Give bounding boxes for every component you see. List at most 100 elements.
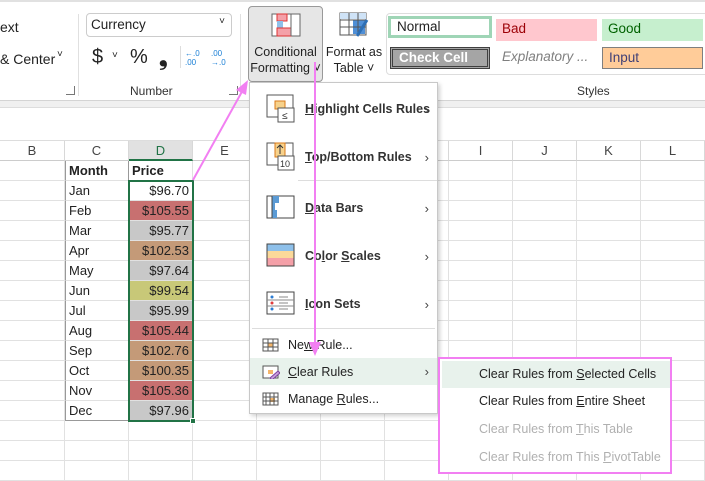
- style-good[interactable]: Good: [602, 19, 703, 41]
- cell[interactable]: [193, 241, 257, 261]
- currency-button[interactable]: $: [92, 46, 103, 69]
- cell[interactable]: [513, 161, 577, 181]
- cell[interactable]: [641, 161, 705, 181]
- cell[interactable]: [193, 341, 257, 361]
- cell[interactable]: [577, 221, 641, 241]
- cell[interactable]: [193, 181, 257, 201]
- column-header-C[interactable]: C: [65, 141, 129, 161]
- column-header-B[interactable]: B: [0, 141, 65, 161]
- month-cell[interactable]: May: [65, 261, 129, 281]
- cell[interactable]: [0, 241, 65, 261]
- cell[interactable]: [641, 261, 705, 281]
- menu-item-highlight-cells-rules[interactable]: ≤ Highlight Cells Rules ›: [250, 89, 437, 129]
- wrap-text-button[interactable]: ext: [0, 19, 19, 35]
- cell[interactable]: [449, 181, 513, 201]
- cell[interactable]: [193, 361, 257, 381]
- cell[interactable]: [641, 301, 705, 321]
- cell[interactable]: [577, 261, 641, 281]
- menu-item-icon-sets[interactable]: Icon Sets ›: [250, 284, 437, 324]
- cell[interactable]: [193, 161, 257, 181]
- cell[interactable]: [0, 361, 65, 381]
- cell[interactable]: [0, 281, 65, 301]
- percent-button[interactable]: %: [130, 46, 148, 69]
- cell[interactable]: [321, 461, 385, 481]
- column-header-I[interactable]: I: [449, 141, 513, 161]
- column-header-J[interactable]: J: [513, 141, 577, 161]
- cell[interactable]: [449, 281, 513, 301]
- cell[interactable]: [193, 401, 257, 421]
- cell[interactable]: [449, 241, 513, 261]
- comma-style-button[interactable]: ❟: [159, 45, 168, 71]
- merge-dropdown-chevron-icon[interactable]: ˅: [57, 49, 63, 60]
- cell[interactable]: [321, 421, 385, 441]
- cell[interactable]: [577, 181, 641, 201]
- menu-item-color-scales[interactable]: Color Scales ›: [250, 236, 437, 276]
- decrease-decimal-button[interactable]: .00 →.0: [211, 49, 231, 67]
- cell[interactable]: [0, 401, 65, 421]
- number-format-select[interactable]: Currency ˅: [86, 13, 232, 37]
- cell[interactable]: [193, 261, 257, 281]
- menu-item-top-bottom-rules[interactable]: 10 Top/Bottom Rules ›: [250, 137, 437, 177]
- menu-item-data-bars[interactable]: Data Bars ›: [250, 188, 437, 228]
- header-price[interactable]: Price: [129, 161, 193, 181]
- style-check-cell[interactable]: Check Cell: [390, 47, 490, 69]
- cell[interactable]: [193, 441, 257, 461]
- cell[interactable]: [513, 261, 577, 281]
- submenu-item-clear-entire-sheet[interactable]: Clear Rules from Entire Sheet: [442, 388, 670, 415]
- cell[interactable]: [0, 261, 65, 281]
- cell[interactable]: [193, 221, 257, 241]
- cell[interactable]: [257, 441, 321, 461]
- cell[interactable]: [513, 281, 577, 301]
- cell[interactable]: [257, 461, 321, 481]
- cell[interactable]: [0, 421, 65, 441]
- style-explanatory[interactable]: Explanatory ...: [496, 47, 597, 69]
- cell[interactable]: [513, 321, 577, 341]
- month-cell[interactable]: Jul: [65, 301, 129, 321]
- month-cell[interactable]: Oct: [65, 361, 129, 381]
- month-cell[interactable]: Jun: [65, 281, 129, 301]
- style-normal[interactable]: Normal: [388, 16, 492, 38]
- cell[interactable]: [449, 221, 513, 241]
- column-header-E[interactable]: E: [193, 141, 257, 161]
- cell[interactable]: [0, 441, 65, 461]
- cell[interactable]: [0, 201, 65, 221]
- cell[interactable]: [65, 441, 129, 461]
- cell[interactable]: [0, 461, 65, 481]
- cell[interactable]: [641, 201, 705, 221]
- cell[interactable]: [0, 321, 65, 341]
- cell[interactable]: [641, 241, 705, 261]
- cell[interactable]: [321, 441, 385, 461]
- cell[interactable]: [641, 221, 705, 241]
- month-cell[interactable]: Sep: [65, 341, 129, 361]
- merge-center-button[interactable]: & Center: [0, 51, 55, 67]
- cell[interactable]: [577, 321, 641, 341]
- cell[interactable]: [129, 461, 193, 481]
- month-cell[interactable]: Apr: [65, 241, 129, 261]
- cell[interactable]: [641, 321, 705, 341]
- cell[interactable]: [0, 161, 65, 181]
- cell[interactable]: [577, 161, 641, 181]
- cell[interactable]: [513, 301, 577, 321]
- fill-handle[interactable]: [190, 418, 196, 424]
- cell[interactable]: [577, 281, 641, 301]
- menu-item-new-rule[interactable]: New Rule...: [250, 331, 437, 358]
- cell[interactable]: [0, 341, 65, 361]
- number-launcher-icon[interactable]: [229, 86, 238, 95]
- alignment-launcher-icon[interactable]: [66, 86, 75, 95]
- month-cell[interactable]: Nov: [65, 381, 129, 401]
- cell[interactable]: [0, 221, 65, 241]
- currency-dropdown-icon[interactable]: ˅: [112, 50, 118, 61]
- cell[interactable]: [577, 241, 641, 261]
- cell[interactable]: [129, 421, 193, 441]
- cell[interactable]: [641, 181, 705, 201]
- conditional-formatting-button[interactable]: Conditional Formatting ˅: [248, 6, 323, 82]
- cell[interactable]: [0, 181, 65, 201]
- cell[interactable]: [193, 201, 257, 221]
- cell[interactable]: [193, 281, 257, 301]
- month-cell[interactable]: Jan: [65, 181, 129, 201]
- month-cell[interactable]: Mar: [65, 221, 129, 241]
- cell[interactable]: [65, 421, 129, 441]
- cell[interactable]: [193, 301, 257, 321]
- cell[interactable]: [193, 461, 257, 481]
- column-header-L[interactable]: L: [641, 141, 705, 161]
